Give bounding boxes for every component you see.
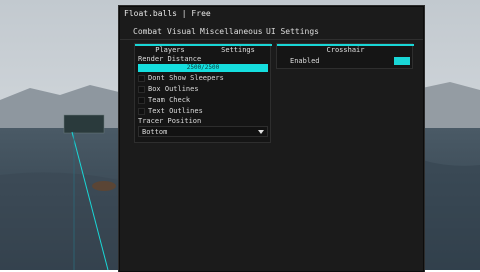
tab-ui-settings[interactable]: UI Settings bbox=[266, 25, 319, 39]
chevron-down-icon bbox=[258, 130, 264, 134]
text-outlines-checkbox[interactable] bbox=[138, 108, 145, 115]
main-tab-bar: Combat Visual Miscellaneous UI Settings bbox=[120, 25, 423, 40]
subtab-players[interactable]: Players bbox=[135, 45, 205, 55]
crosshair-panel: Crosshair Enabled bbox=[276, 43, 414, 69]
tracer-position-dropdown[interactable]: Bottom bbox=[138, 126, 268, 137]
text-outlines-label: Text Outlines bbox=[148, 107, 203, 115]
crosshair-enabled-label: Enabled bbox=[290, 57, 320, 65]
subtab-settings[interactable]: Settings bbox=[205, 45, 271, 55]
window-title[interactable]: Float.balls | Free bbox=[120, 7, 423, 21]
players-panel: Players Settings Render Distance 2500/25… bbox=[134, 43, 272, 143]
dont-show-sleepers-label: Dont Show Sleepers bbox=[148, 74, 224, 82]
tab-bar-divider bbox=[120, 39, 423, 40]
crosshair-color-swatch[interactable] bbox=[394, 57, 410, 65]
team-check-checkbox[interactable] bbox=[138, 97, 145, 104]
box-outlines-label: Box Outlines bbox=[148, 85, 199, 93]
tab-visual[interactable]: Visual bbox=[167, 25, 196, 39]
team-check-label: Team Check bbox=[148, 96, 191, 104]
render-distance-slider[interactable]: 2500/2500 bbox=[138, 64, 268, 72]
dont-show-sleepers-checkbox[interactable] bbox=[138, 75, 145, 82]
box-outlines-checkbox[interactable] bbox=[138, 86, 145, 93]
tab-miscellaneous[interactable]: Miscellaneous bbox=[200, 25, 263, 39]
tracer-position-value: Bottom bbox=[142, 128, 168, 136]
tab-combat[interactable]: Combat bbox=[133, 25, 162, 39]
tracer-position-label: Tracer Position bbox=[138, 117, 202, 125]
cheat-menu-window: Float.balls | Free Combat Visual Miscell… bbox=[119, 6, 424, 272]
crosshair-title: Crosshair bbox=[326, 46, 365, 54]
render-distance-value: 2500/2500 bbox=[186, 64, 220, 71]
render-distance-label: Render Distance bbox=[138, 55, 202, 63]
